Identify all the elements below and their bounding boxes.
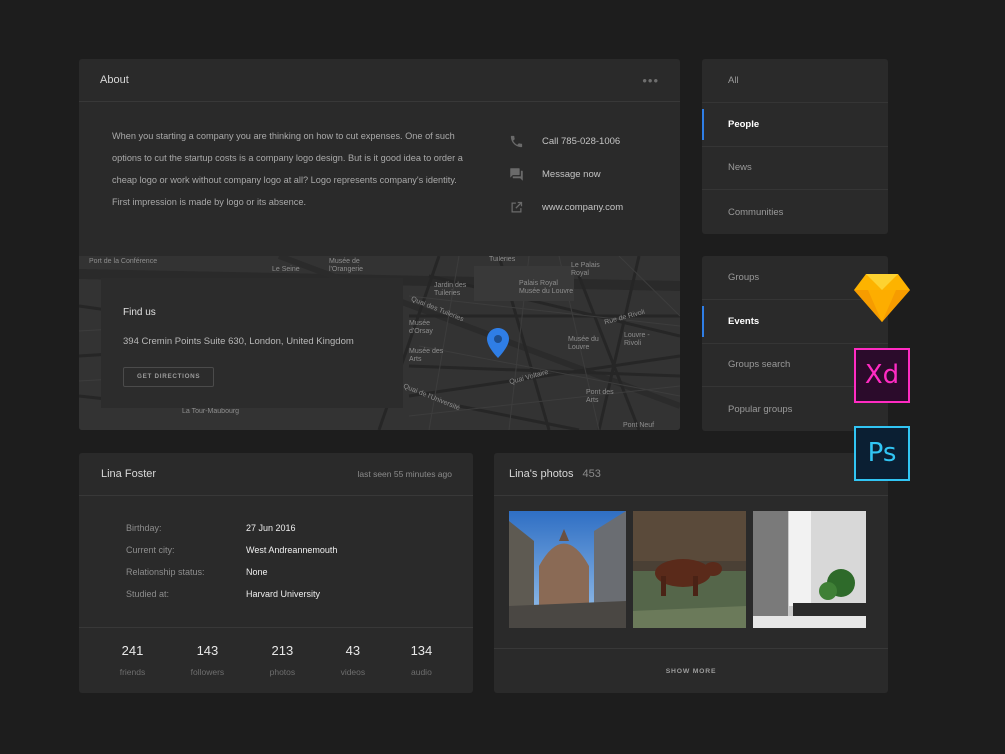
message-icon: [510, 168, 523, 181]
sketch-icon: [854, 274, 910, 322]
map-label: Port de la Conférence: [89, 258, 158, 265]
stat-photos[interactable]: 213 photos: [270, 628, 296, 693]
info-value: 27 Jun 2016: [246, 523, 296, 533]
map-label: Palais Royal Musée du Louvre: [519, 280, 574, 295]
stat-label: followers: [190, 667, 225, 677]
website-link[interactable]: www.company.com: [509, 191, 623, 224]
nav-label: Communities: [728, 206, 784, 218]
info-row: Relationship status: None: [126, 561, 337, 583]
stat-followers[interactable]: 143 followers: [191, 628, 225, 693]
map-label: Pont des Arts: [586, 389, 614, 404]
info-key: Studied at:: [126, 589, 170, 599]
map-label: Musée d'Orsay: [409, 320, 433, 335]
profile-name: Lina Foster: [101, 468, 157, 480]
map-label: Jardin des Tuileries: [434, 282, 467, 297]
get-directions-button[interactable]: GET DIRECTIONS: [123, 367, 215, 387]
photos-count: 453: [582, 468, 601, 480]
nav-label: Groups search: [728, 359, 791, 371]
map-label: Louvre - Rivoli: [624, 332, 650, 347]
photo-image: [509, 511, 626, 628]
map-label: Pont Neuf: [623, 422, 655, 429]
nav-label: News: [728, 162, 752, 174]
stat-number: 43: [345, 643, 361, 658]
location-pin-icon[interactable]: [487, 328, 509, 358]
about-header: About •••: [79, 59, 680, 102]
photo-image: [753, 511, 866, 628]
info-row: Current city: West Andreannemouth: [126, 539, 337, 561]
map-label: Tuileries: [489, 256, 516, 263]
nav-item-all[interactable]: All: [702, 59, 888, 103]
about-card: About ••• When you starting a company yo…: [79, 59, 680, 430]
nav-label: Events: [728, 315, 760, 327]
photoshop-icon: Ps: [854, 426, 910, 481]
website-label: www.company.com: [542, 202, 624, 213]
find-us-title: Find us: [123, 307, 156, 318]
stat-videos[interactable]: 43 videos: [341, 628, 366, 693]
last-seen: last seen 55 minutes ago: [357, 469, 452, 479]
info-row: Birthday: 27 Jun 2016: [126, 517, 337, 539]
ps-label: Ps: [867, 438, 897, 468]
info-row: Studied at: Harvard University: [126, 583, 337, 605]
stat-label: audio: [411, 667, 432, 677]
photo-window[interactable]: [753, 511, 866, 628]
info-value: None: [246, 567, 268, 577]
adobe-xd-icon: Xd: [854, 348, 910, 403]
profile-header: Lina Foster last seen 55 minutes ago: [79, 453, 473, 496]
address: 394 Cremin Points Suite 630, London, Uni…: [123, 336, 354, 347]
photos-header: Lina's photos 453: [494, 453, 888, 496]
photo-image: [633, 511, 746, 628]
call-link[interactable]: Call 785-028-1006: [509, 125, 623, 158]
phone-icon: [510, 135, 523, 148]
nav-item-communities[interactable]: Communities: [702, 190, 888, 234]
map[interactable]: Port de la Conférence Musée de l'Oranger…: [79, 256, 680, 430]
stat-label: photos: [269, 667, 296, 677]
stat-label: videos: [340, 667, 366, 677]
profile-stats: 241 friends 143 followers 213 photos 43 vide…: [79, 627, 473, 693]
info-value: West Andreannemouth: [246, 545, 338, 555]
stat-number: 213: [271, 643, 294, 658]
profile-info: Birthday: 27 Jun 2016 Current city: West A…: [126, 517, 337, 605]
nav-label: People: [728, 118, 760, 130]
more-menu-icon[interactable]: •••: [642, 73, 659, 88]
contact-list: Call 785-028-1006 Message now www.compan…: [509, 125, 623, 224]
nav-label: All: [728, 74, 739, 86]
info-key: Relationship status:: [126, 567, 205, 577]
photo-cow[interactable]: [633, 511, 746, 628]
nav-item-news[interactable]: News: [702, 147, 888, 191]
message-label: Message now: [542, 169, 601, 180]
info-key: Current city:: [126, 545, 175, 555]
show-more-button[interactable]: SHOW MORE: [494, 648, 888, 693]
stat-number: 241: [121, 643, 144, 658]
map-label: Musée du Louvre: [568, 336, 599, 351]
map-label: La Tour-Maubourg: [182, 408, 240, 415]
call-label: Call 785-028-1006: [542, 136, 621, 147]
info-value: Harvard University: [246, 589, 321, 599]
about-title: About: [100, 74, 129, 86]
map-label: Musée des Arts: [409, 348, 444, 363]
nav-label: Popular groups: [728, 403, 793, 415]
map-label: Le Seine: [272, 266, 300, 273]
map-label: Le Palais Royal: [571, 262, 600, 277]
info-key: Birthday:: [126, 523, 162, 533]
xd-label: Xd: [864, 360, 900, 390]
photos-title: Lina's photos: [509, 468, 574, 480]
find-us-panel: Find us 394 Cremin Points Suite 630, Lon…: [101, 278, 403, 408]
profile-card: Lina Foster last seen 55 minutes ago Bir…: [79, 453, 473, 693]
external-link-icon: [511, 201, 523, 213]
people-nav: All People News Communities: [702, 59, 888, 234]
stat-friends[interactable]: 241 friends: [120, 628, 146, 693]
stat-audio[interactable]: 134 audio: [411, 628, 433, 693]
photo-cathedral[interactable]: [509, 511, 626, 628]
photos-card: Lina's photos 453 SHOW MORE: [494, 453, 888, 693]
stat-label: friends: [119, 667, 146, 677]
stat-number: 134: [410, 643, 433, 658]
nav-item-people[interactable]: People: [702, 103, 888, 147]
map-label: Musée de l'Orangerie: [329, 258, 364, 273]
message-link[interactable]: Message now: [509, 158, 623, 191]
nav-label: Groups: [728, 271, 760, 283]
about-description: When you starting a company you are thin…: [112, 131, 463, 207]
stat-number: 143: [196, 643, 219, 658]
